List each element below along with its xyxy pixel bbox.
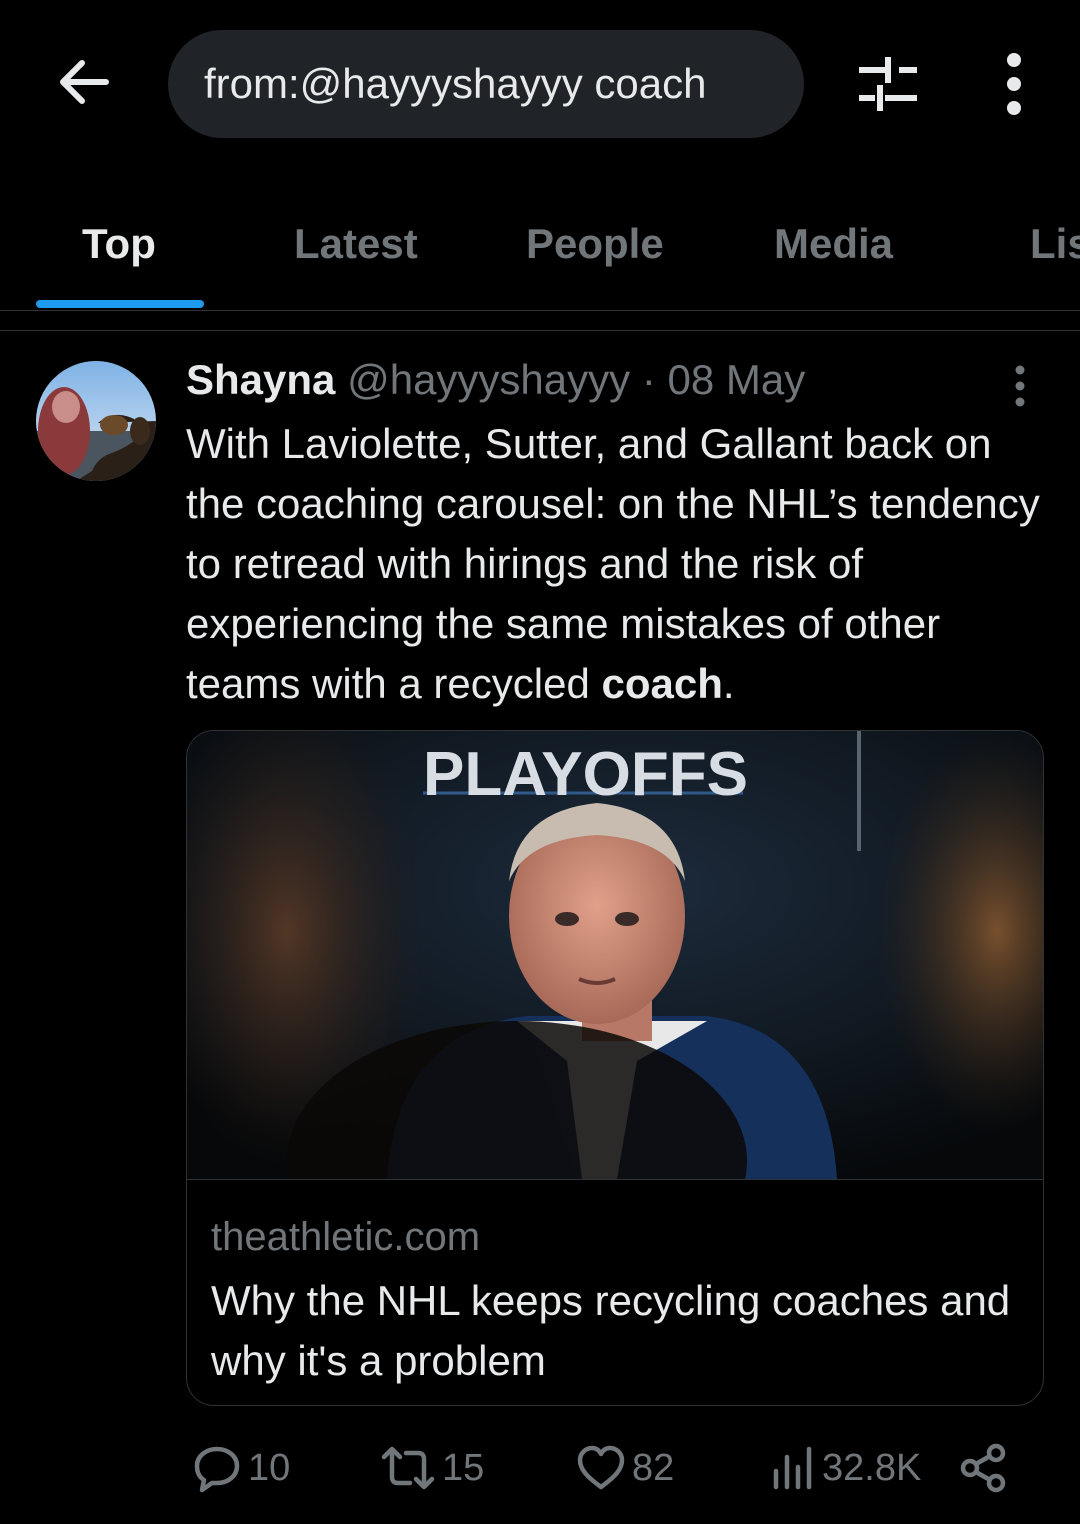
like-count: 82 (632, 1446, 675, 1489)
card-image-banner: PLAYOFFS (423, 740, 748, 809)
search-filter-button[interactable] (852, 52, 924, 116)
tab-latest[interactable]: Latest (294, 220, 418, 268)
more-vertical-icon (1007, 53, 1021, 115)
retweet-icon (381, 1446, 435, 1490)
active-tab-indicator (36, 300, 204, 308)
share-icon (960, 1443, 1006, 1493)
back-button[interactable] (52, 50, 116, 114)
reply-icon (194, 1446, 240, 1493)
reply-button[interactable]: 10 (192, 1440, 290, 1496)
tweet-divider (0, 330, 1080, 331)
arrow-left-icon (60, 60, 109, 104)
view-count: 32.8K (822, 1446, 922, 1489)
more-options-button[interactable] (988, 52, 1040, 116)
search-input[interactable]: from:@hayyyshayyy coach (168, 30, 804, 138)
link-card[interactable]: PLAYOFFS theathletic.com Why the NHL kee… (186, 730, 1044, 1406)
like-button[interactable]: 82 (576, 1440, 674, 1496)
bar-chart-icon (773, 1446, 812, 1490)
tweet-text-end: . (722, 660, 735, 707)
author-name[interactable]: Shayna (186, 356, 335, 403)
tabs-divider (0, 310, 1080, 311)
card-separator (187, 1179, 1043, 1180)
views-button[interactable]: 32.8K (770, 1440, 921, 1496)
tweet-more-button[interactable] (1004, 362, 1036, 410)
tweet-date[interactable]: 08 May (668, 356, 806, 403)
heart-icon (577, 1445, 625, 1490)
author-handle[interactable]: @hayyyshayyy (347, 356, 630, 403)
tweet-header: Shayna @hayyyshayyy · 08 May (186, 356, 805, 404)
header-separator: · (641, 356, 656, 403)
tweet-text-highlight: coach (601, 660, 723, 707)
reply-count: 10 (248, 1446, 291, 1489)
retweet-button[interactable]: 15 (380, 1440, 484, 1496)
card-domain: theathletic.com (211, 1215, 481, 1259)
tab-lists[interactable]: Lis (1030, 220, 1080, 268)
share-button[interactable] (960, 1440, 1014, 1496)
search-query-text: from:@hayyyshayyy coach (204, 60, 707, 107)
tweet-text: With Laviolette, Sutter, and Gallant bac… (186, 414, 1056, 714)
more-vertical-icon (1015, 365, 1025, 407)
avatar[interactable] (36, 361, 156, 481)
retweet-count: 15 (442, 1446, 485, 1489)
tab-media[interactable]: Media (774, 220, 893, 268)
tab-people[interactable]: People (526, 220, 664, 268)
sliders-icon (859, 57, 917, 111)
card-image: PLAYOFFS (187, 731, 1043, 1179)
card-title: Why the NHL keeps recycling coaches and … (211, 1277, 1011, 1384)
tab-top[interactable]: Top (82, 220, 156, 268)
